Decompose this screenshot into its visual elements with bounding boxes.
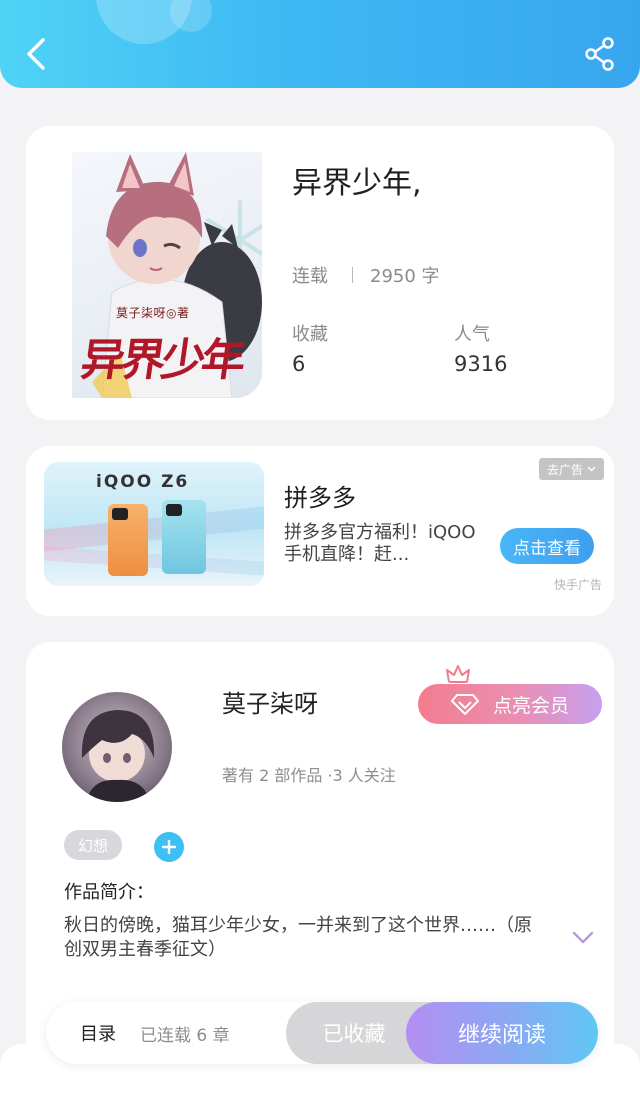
- synopsis-text: 秋日的傍晚，猫耳少年少女，一并来到了这个世界……（原创双男主春季征文）: [64, 915, 532, 960]
- top-header: [0, 0, 640, 88]
- cover-title-text: 异界少年: [77, 335, 245, 386]
- author-meta: 著有 2 部作品 ·3 人关注: [222, 766, 396, 785]
- ad-image-brand: iQOO Z6: [96, 472, 190, 492]
- continue-reading-button[interactable]: 继续阅读: [406, 1002, 598, 1064]
- plus-icon: [162, 840, 176, 854]
- bottom-action-bar: 目录 已连载 6 章 已收藏 继续阅读: [46, 1002, 598, 1064]
- dismiss-ad-button[interactable]: 去广告: [538, 458, 604, 480]
- crown-icon: [446, 665, 470, 683]
- author-avatar[interactable]: [62, 692, 172, 802]
- ad-card[interactable]: iQOO Z6 拼多多 拼多多官方福利！iQOO 手机直降！赶... 去广告 点…: [26, 446, 614, 616]
- ad-description: 拼多多官方福利！iQOO 手机直降！赶...: [284, 522, 476, 565]
- share-button[interactable]: [580, 34, 620, 74]
- chevron-down-icon: [572, 931, 594, 944]
- book-cover-image[interactable]: 莫子柒呀◎著 异界少年: [72, 152, 262, 398]
- chapter-count: 已连载 6 章: [140, 1025, 230, 1046]
- back-button[interactable]: [16, 34, 56, 74]
- ad-image-decoration: [44, 505, 264, 553]
- chevron-down-icon: [587, 466, 596, 472]
- table-of-contents-button[interactable]: 目录: [80, 1002, 116, 1064]
- genre-tag[interactable]: 幻想: [64, 830, 122, 860]
- diamond-icon: [450, 694, 479, 715]
- cover-author-text: 莫子柒呀◎著: [116, 306, 190, 320]
- favorites-label: 收藏: [292, 324, 328, 345]
- vip-membership-button[interactable]: 点亮会员: [418, 684, 602, 724]
- phone-blue-image: [162, 500, 206, 574]
- book-info-card: 莫子柒呀◎著 异界少年 异界少年, 连载 2950 字 收藏 6 人气 9316: [26, 126, 614, 420]
- avatar-illustration: [81, 710, 155, 802]
- meta-divider: [352, 267, 353, 283]
- synopsis-label: 作品简介：: [64, 882, 154, 903]
- book-word-count: 2950 字: [370, 266, 440, 287]
- author-name: 莫子柒呀: [222, 690, 318, 718]
- ad-image-decoration: [44, 545, 264, 577]
- expand-synopsis-button[interactable]: [572, 930, 594, 949]
- dismiss-ad-label: 去广告: [546, 462, 583, 477]
- add-tag-button[interactable]: [154, 832, 184, 862]
- popularity-label: 人气: [454, 324, 490, 345]
- ad-source-label: 快手广告: [553, 578, 602, 592]
- ad-cta-button[interactable]: 点击查看: [500, 528, 594, 564]
- vip-membership-label: 点亮会员: [492, 694, 569, 717]
- ad-image[interactable]: iQOO Z6: [44, 462, 264, 586]
- share-icon: [585, 37, 614, 71]
- popularity-count: 9316: [454, 352, 508, 376]
- book-status: 连载: [292, 266, 328, 287]
- back-arrow-icon: [27, 38, 45, 70]
- phone-orange-image: [108, 504, 148, 576]
- favorites-count: 6: [292, 352, 306, 376]
- ad-title: 拼多多: [284, 484, 356, 512]
- book-title: 异界少年,: [292, 166, 422, 201]
